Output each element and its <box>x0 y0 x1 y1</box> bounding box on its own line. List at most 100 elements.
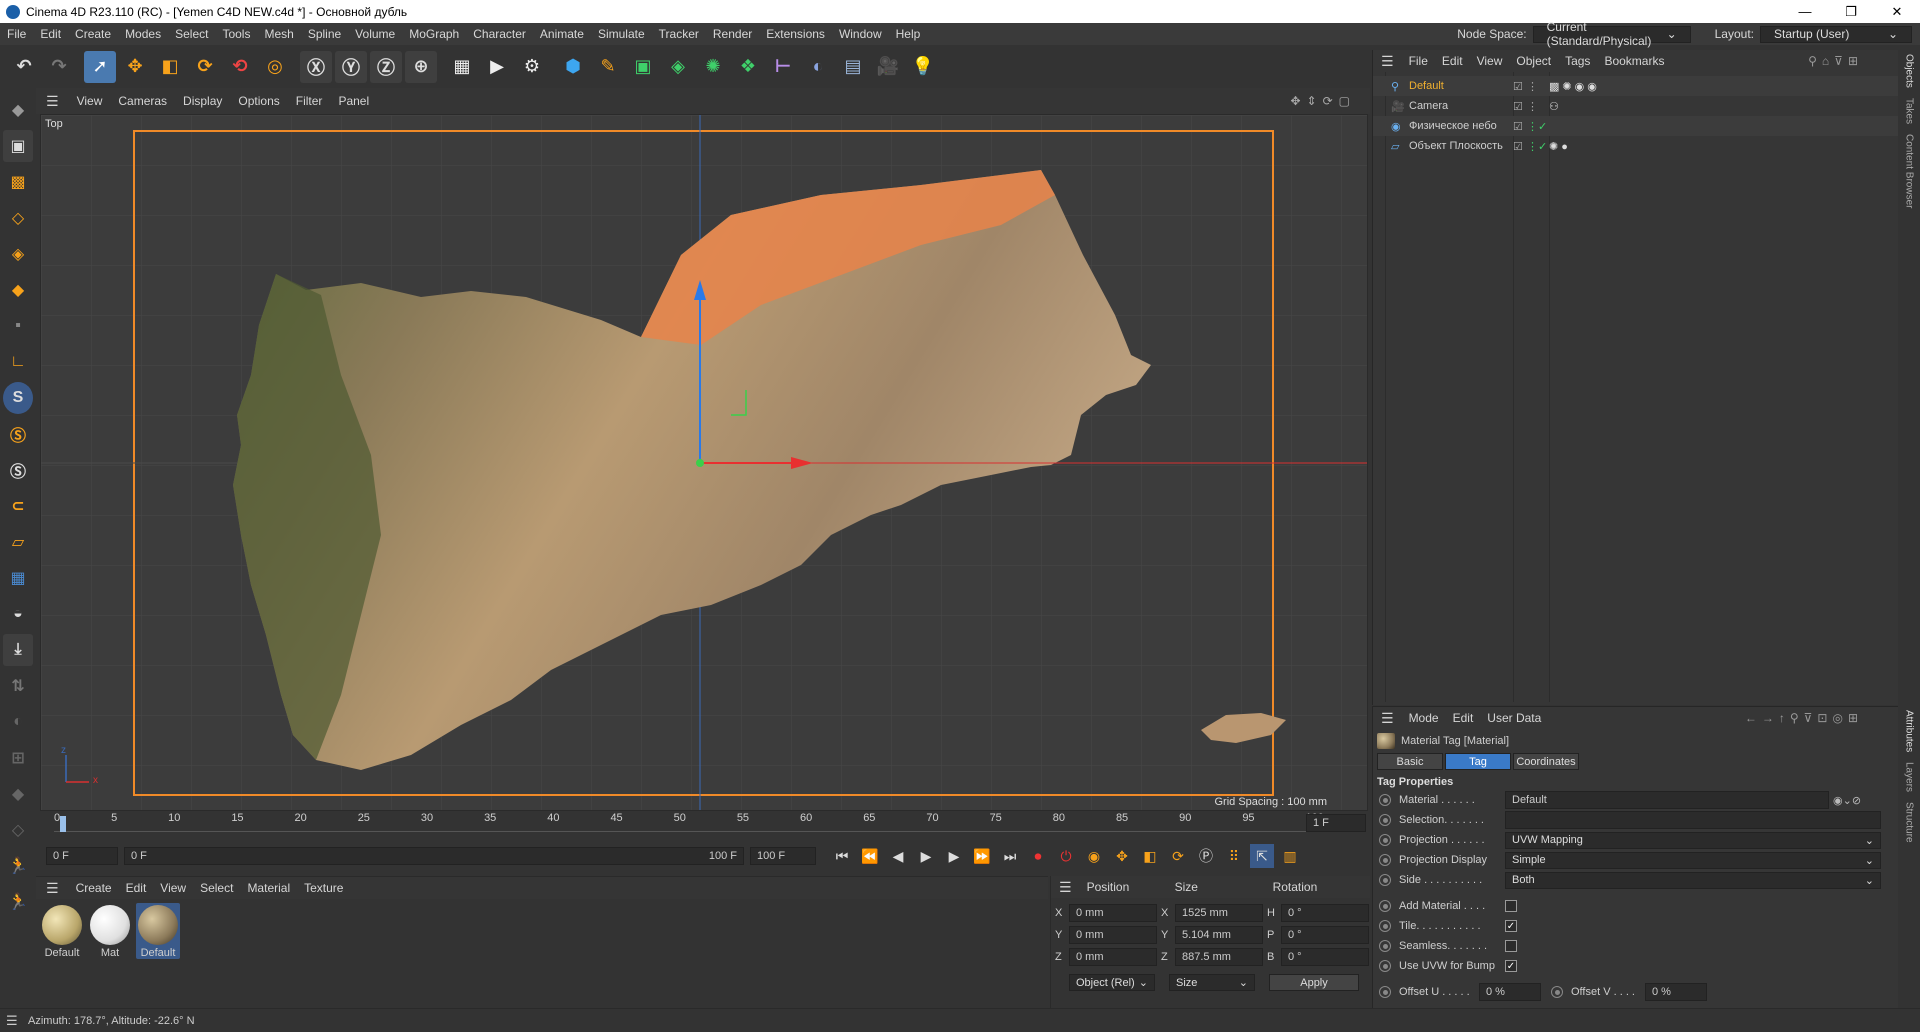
add-material-checkbox[interactable] <box>1505 900 1517 912</box>
animate-radio[interactable] <box>1379 920 1391 932</box>
object-row-camera[interactable]: 🎥 Camera ☑ ⋮ ⚇ <box>1373 96 1898 116</box>
axis-mode-icon[interactable]: ∟ <box>3 346 33 378</box>
snap-settings-icon[interactable]: Ⓢ <box>3 418 33 450</box>
tab-takes[interactable]: Takes <box>1904 98 1915 124</box>
tool4-icon[interactable]: ◇ <box>3 814 33 846</box>
material-link-field[interactable]: Default <box>1505 791 1829 809</box>
quantize-icon[interactable]: Ⓢ <box>3 454 33 486</box>
run2-icon[interactable]: 🏃 <box>3 886 33 918</box>
z-axis-icon[interactable]: Ⓩ <box>370 50 402 83</box>
pen-icon[interactable]: ✎ <box>592 51 624 83</box>
attr-menu-mode[interactable]: Mode <box>1402 711 1446 725</box>
snap-icon[interactable]: S <box>3 382 33 414</box>
visibility-icon[interactable]: ☑ <box>1513 80 1527 93</box>
play-icon[interactable]: ▶ <box>914 844 938 868</box>
animate-radio[interactable] <box>1379 940 1391 952</box>
floor-icon[interactable]: ▤ <box>837 51 869 83</box>
hamburger-icon[interactable]: ☰ <box>36 93 69 110</box>
pos-z-field[interactable]: 0 mm <box>1069 948 1157 966</box>
offset-v-field[interactable]: 0 % <box>1645 983 1707 1001</box>
key-param-icon[interactable]: Ⓟ <box>1194 844 1218 868</box>
animate-radio[interactable] <box>1379 834 1391 846</box>
next-key-icon[interactable]: ⏩ <box>970 844 994 868</box>
vp-menu-filter[interactable]: Filter <box>288 94 331 108</box>
tag-icons[interactable]: ▩✺◉◉ <box>1549 80 1600 93</box>
rot-h-field[interactable]: 0 ° <box>1281 904 1369 922</box>
vp-menu-display[interactable]: Display <box>175 94 230 108</box>
mat-menu-material[interactable]: Material <box>240 881 297 895</box>
workplane-icon[interactable]: ▱ <box>3 526 33 558</box>
animate-radio[interactable] <box>1379 794 1391 806</box>
hamburger-icon[interactable]: ☰ <box>1373 53 1402 70</box>
current-frame-field[interactable]: 1 F <box>1306 814 1366 832</box>
object-row-plane[interactable]: ▱ Объект Плоскость ☑ ⋮✓ ✺● <box>1373 136 1898 156</box>
object-row-sky[interactable]: ◉ Физическое небо ☑ ⋮✓ <box>1373 116 1898 136</box>
animate-radio[interactable] <box>1379 986 1391 998</box>
tile-checkbox[interactable]: ✓ <box>1505 920 1517 932</box>
bend-icon[interactable]: ⊢ <box>767 51 799 83</box>
prev-key-icon[interactable]: ⏪ <box>858 844 882 868</box>
animate-radio[interactable] <box>1379 900 1391 912</box>
size-y-field[interactable]: 5.104 mm <box>1175 926 1263 944</box>
animate-radio[interactable] <box>1551 986 1563 998</box>
animate-radio[interactable] <box>1379 814 1391 826</box>
frame-range-slider[interactable]: 0 F 100 F <box>124 847 744 865</box>
key-scale-icon[interactable]: ◧ <box>1138 844 1162 868</box>
menu-spline[interactable]: Spline <box>301 27 348 41</box>
scale-icon[interactable]: ◧ <box>154 51 186 83</box>
subdivision-icon[interactable]: ▣ <box>627 51 659 83</box>
menu-help[interactable]: Help <box>889 27 928 41</box>
magnet-icon[interactable]: ⊂ <box>3 490 33 522</box>
grid-plane-icon[interactable]: ▦ <box>3 562 33 594</box>
mat-menu-view[interactable]: View <box>153 881 193 895</box>
tab-attributes[interactable]: Attributes <box>1904 710 1915 752</box>
texture-mode-icon[interactable]: ▩ <box>3 166 33 198</box>
next-frame-icon[interactable]: ▶ <box>942 844 966 868</box>
keyframe-selection-icon[interactable]: ◉ <box>1082 844 1106 868</box>
close-button[interactable]: ✕ <box>1874 0 1920 23</box>
menu-extensions[interactable]: Extensions <box>759 27 832 41</box>
visibility-icon[interactable]: ☑ <box>1513 100 1527 113</box>
maximize-button[interactable]: ❐ <box>1828 0 1874 23</box>
extrude-icon[interactable]: ◈ <box>662 51 694 83</box>
prev-frame-icon[interactable]: ◀ <box>886 844 910 868</box>
gizmo-center[interactable] <box>696 459 704 467</box>
uv-mode-icon[interactable]: ▪ <box>3 310 33 342</box>
menu-mograph[interactable]: MoGraph <box>402 27 466 41</box>
move-icon[interactable]: ✥ <box>119 51 151 83</box>
make-editable-icon[interactable]: ◆ <box>3 94 33 126</box>
recent-icon[interactable]: ⟲ <box>224 51 256 83</box>
menu-tracker[interactable]: Tracker <box>652 27 706 41</box>
redo-icon[interactable]: ↷ <box>43 51 75 83</box>
visibility-icon[interactable]: ☑ <box>1513 140 1527 153</box>
enabled-check-icon[interactable]: ⋮✓ <box>1527 120 1549 133</box>
animate-radio[interactable] <box>1379 874 1391 886</box>
timeline-ruler[interactable]: 0 5 10 15 20 25 30 35 40 45 50 55 60 65 … <box>40 812 1368 834</box>
goto-start-icon[interactable]: ⏮ <box>830 844 854 868</box>
goto-end-icon[interactable]: ⏭ <box>998 844 1022 868</box>
obj-menu-view[interactable]: View <box>1470 54 1510 68</box>
world-coord-icon[interactable]: ⊕ <box>405 50 437 83</box>
size-x-field[interactable]: 1525 mm <box>1175 904 1263 922</box>
material-mat[interactable]: Mat <box>88 903 132 959</box>
key-rotation-icon[interactable]: ⟳ <box>1166 844 1190 868</box>
obj-menu-object[interactable]: Object <box>1509 54 1558 68</box>
menu-file[interactable]: File <box>0 27 33 41</box>
object-toolbar-icons[interactable]: ⚲⌂⊽⊞ <box>1801 54 1870 68</box>
viewport[interactable]: Top z x Grid Spacing : 100 mm <box>40 114 1368 811</box>
selection-field[interactable] <box>1505 811 1881 829</box>
floor-snap-icon[interactable]: ⤓ <box>3 634 33 666</box>
vp-menu-options[interactable]: Options <box>230 94 287 108</box>
menu-window[interactable]: Window <box>832 27 889 41</box>
obj-menu-edit[interactable]: Edit <box>1435 54 1470 68</box>
record-icon[interactable]: ⏺ <box>1026 844 1050 868</box>
tab-structure[interactable]: Structure <box>1904 802 1915 843</box>
object-row-default[interactable]: ⚲ Default ☑ ⋮ ▩✺◉◉ <box>1373 76 1898 96</box>
tag-icons[interactable]: ✺● <box>1549 140 1571 153</box>
mat-menu-texture[interactable]: Texture <box>297 881 350 895</box>
tab-basic[interactable]: Basic <box>1377 753 1443 770</box>
pos-y-field[interactable]: 0 mm <box>1069 926 1157 944</box>
key-position-icon[interactable]: ✥ <box>1110 844 1134 868</box>
pos-x-field[interactable]: 0 mm <box>1069 904 1157 922</box>
vp-menu-view[interactable]: View <box>69 94 111 108</box>
